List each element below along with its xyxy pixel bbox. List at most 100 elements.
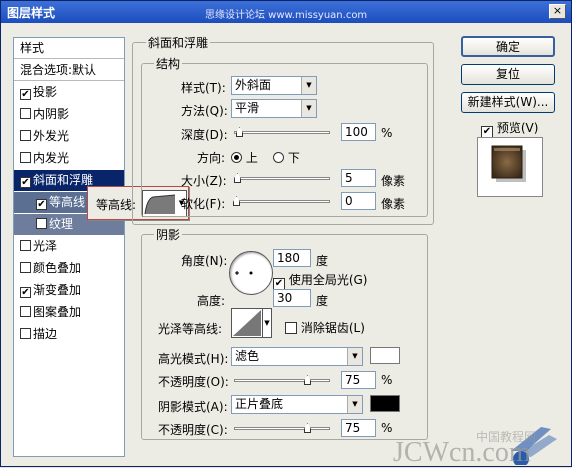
- checkbox-icon[interactable]: [36, 218, 47, 229]
- reset-button[interactable]: 复位: [461, 64, 555, 85]
- slider-thumb[interactable]: [234, 173, 241, 183]
- shadow-mode-label: 阴影模式(A):: [158, 400, 228, 414]
- checkbox-icon[interactable]: [20, 240, 31, 251]
- slider-thumb[interactable]: [304, 375, 311, 385]
- list-item-stroke[interactable]: 描边: [14, 324, 124, 345]
- close-button[interactable]: ×: [549, 4, 566, 19]
- shadow-mode-select[interactable]: 正片叠底 ▼: [231, 395, 363, 414]
- wing-logo-icon: JCWcn.com 中国教程网: [393, 427, 557, 468]
- checkbox-icon[interactable]: [20, 130, 31, 141]
- soften-slider[interactable]: [233, 194, 330, 208]
- checkbox-icon[interactable]: [20, 306, 31, 317]
- checkbox-icon[interactable]: ✔: [20, 177, 31, 188]
- list-item-outer-glow[interactable]: 外发光: [14, 126, 124, 147]
- list-item-drop-shadow[interactable]: ✔ 投影: [14, 82, 124, 103]
- shadow-opacity-label: 不透明度(C):: [158, 423, 228, 437]
- checkbox-icon[interactable]: [20, 108, 31, 119]
- list-item-gradient-overlay[interactable]: ✔ 渐变叠加: [14, 280, 124, 301]
- slider-thumb[interactable]: [236, 127, 243, 137]
- soften-label: 软化(F):: [181, 197, 226, 211]
- watermark-cn: 中国教程网: [476, 429, 536, 444]
- layer-style-dialog: 图层样式 思缘设计论坛 www.missyuan.com × 样式 混合选项:默…: [0, 0, 572, 468]
- list-item-blending-options[interactable]: 混合选项:默认: [14, 60, 124, 81]
- angle-input[interactable]: 180: [273, 249, 311, 267]
- chevron-down-icon: ▼: [301, 77, 316, 94]
- angle-crosshair-icon: [235, 271, 253, 275]
- preview-checkbox[interactable]: ✔ 预览(V): [481, 119, 538, 138]
- title-bar[interactable]: 图层样式 思缘设计论坛 www.missyuan.com ×: [1, 1, 571, 23]
- style-list: 样式 混合选项:默认 ✔ 投影 内阴影 外发光 内发光 ✔ 斜面和浮雕 ✔ 等高线 纹…: [13, 37, 125, 457]
- watermark-logo: JCWcn.com 中国教程网: [391, 421, 569, 468]
- depth-input[interactable]: 100: [341, 123, 376, 141]
- contour-label: 等高线:: [96, 198, 137, 212]
- list-item-satin[interactable]: 光泽: [14, 236, 124, 257]
- shading-title: 阴影: [154, 226, 183, 243]
- checkbox-icon[interactable]: ✔: [20, 89, 31, 100]
- chevron-down-icon: ▼: [347, 396, 362, 413]
- highlight-opacity-input[interactable]: 75: [341, 371, 376, 389]
- altitude-input[interactable]: 30: [273, 289, 311, 307]
- size-unit: 像素: [381, 174, 406, 188]
- depth-label: 深度(D):: [181, 128, 228, 142]
- highlight-opacity-slider[interactable]: [234, 373, 330, 387]
- style-label: 样式(T):: [181, 81, 226, 95]
- antialias-checkbox[interactable]: 消除锯齿(L): [285, 319, 365, 336]
- slider-thumb[interactable]: [304, 423, 311, 433]
- direction-up-radio[interactable]: 上: [231, 149, 258, 166]
- shadow-opacity-slider[interactable]: [234, 421, 330, 435]
- highlight-mode-select[interactable]: 滤色 ▼: [231, 347, 363, 366]
- checkbox-icon[interactable]: [20, 152, 31, 163]
- technique-label: 方法(Q):: [181, 104, 228, 118]
- bevel-group-title: 斜面和浮雕: [146, 34, 211, 51]
- direction-down-radio[interactable]: 下: [273, 149, 300, 166]
- list-item-inner-glow[interactable]: 内发光: [14, 148, 124, 169]
- list-item-color-overlay[interactable]: 颜色叠加: [14, 258, 124, 279]
- size-input[interactable]: 5: [341, 169, 376, 187]
- angle-label: 角度(N):: [181, 254, 228, 268]
- chevron-down-icon[interactable]: ▼: [263, 308, 272, 338]
- new-style-button[interactable]: 新建样式(W)...: [461, 92, 555, 113]
- structure-title: 结构: [154, 55, 183, 72]
- window-title: 图层样式: [7, 6, 56, 20]
- checkbox-icon[interactable]: [285, 322, 297, 334]
- size-label: 大小(Z):: [181, 174, 227, 188]
- soften-unit: 像素: [381, 197, 406, 211]
- gloss-contour-picker[interactable]: [231, 308, 263, 338]
- list-item-inner-shadow[interactable]: 内阴影: [14, 104, 124, 125]
- global-light-checkbox[interactable]: ✔ 使用全局光(G): [273, 271, 368, 290]
- checkbox-icon[interactable]: ✔: [36, 199, 47, 210]
- angle-dial[interactable]: [229, 251, 273, 295]
- radio-off-icon[interactable]: [273, 152, 284, 163]
- list-item-pattern-overlay[interactable]: 图案叠加: [14, 302, 124, 323]
- checkbox-icon[interactable]: [20, 328, 31, 339]
- ok-button[interactable]: 确定: [461, 36, 555, 57]
- size-slider[interactable]: [234, 171, 330, 185]
- shadow-opacity-input[interactable]: 75: [341, 419, 376, 437]
- chevron-down-icon: ▼: [301, 100, 316, 117]
- chevron-down-icon: ▼: [347, 348, 362, 365]
- angle-unit: 度: [316, 254, 329, 268]
- slider-thumb[interactable]: [233, 196, 240, 206]
- checkbox-icon[interactable]: [20, 262, 31, 273]
- linear-contour-icon: [233, 310, 261, 336]
- altitude-label: 高度:: [197, 294, 226, 308]
- technique-select[interactable]: 平滑 ▼: [231, 99, 317, 118]
- depth-unit: %: [381, 126, 393, 140]
- preview-thumbnail: [491, 145, 526, 182]
- shadow-color-swatch[interactable]: [370, 395, 400, 412]
- direction-label: 方向:: [197, 151, 226, 165]
- gloss-contour-label: 光泽等高线:: [158, 322, 223, 336]
- highlight-color-swatch[interactable]: [370, 347, 400, 364]
- list-item-styles[interactable]: 样式: [14, 38, 124, 59]
- highlight-opacity-label: 不透明度(O):: [158, 375, 229, 389]
- style-select[interactable]: 外斜面 ▼: [231, 76, 317, 95]
- highlight-opacity-unit: %: [381, 373, 393, 387]
- soften-input[interactable]: 0: [341, 192, 376, 210]
- depth-slider[interactable]: [234, 125, 330, 139]
- watermark-text: 思缘设计论坛 www.missyuan.com: [205, 10, 368, 21]
- style-preview: [477, 137, 543, 197]
- checkbox-icon[interactable]: ✔: [20, 287, 31, 298]
- altitude-unit: 度: [316, 294, 329, 308]
- highlight-mode-label: 高光模式(H):: [158, 352, 229, 366]
- radio-on-icon[interactable]: [231, 152, 242, 163]
